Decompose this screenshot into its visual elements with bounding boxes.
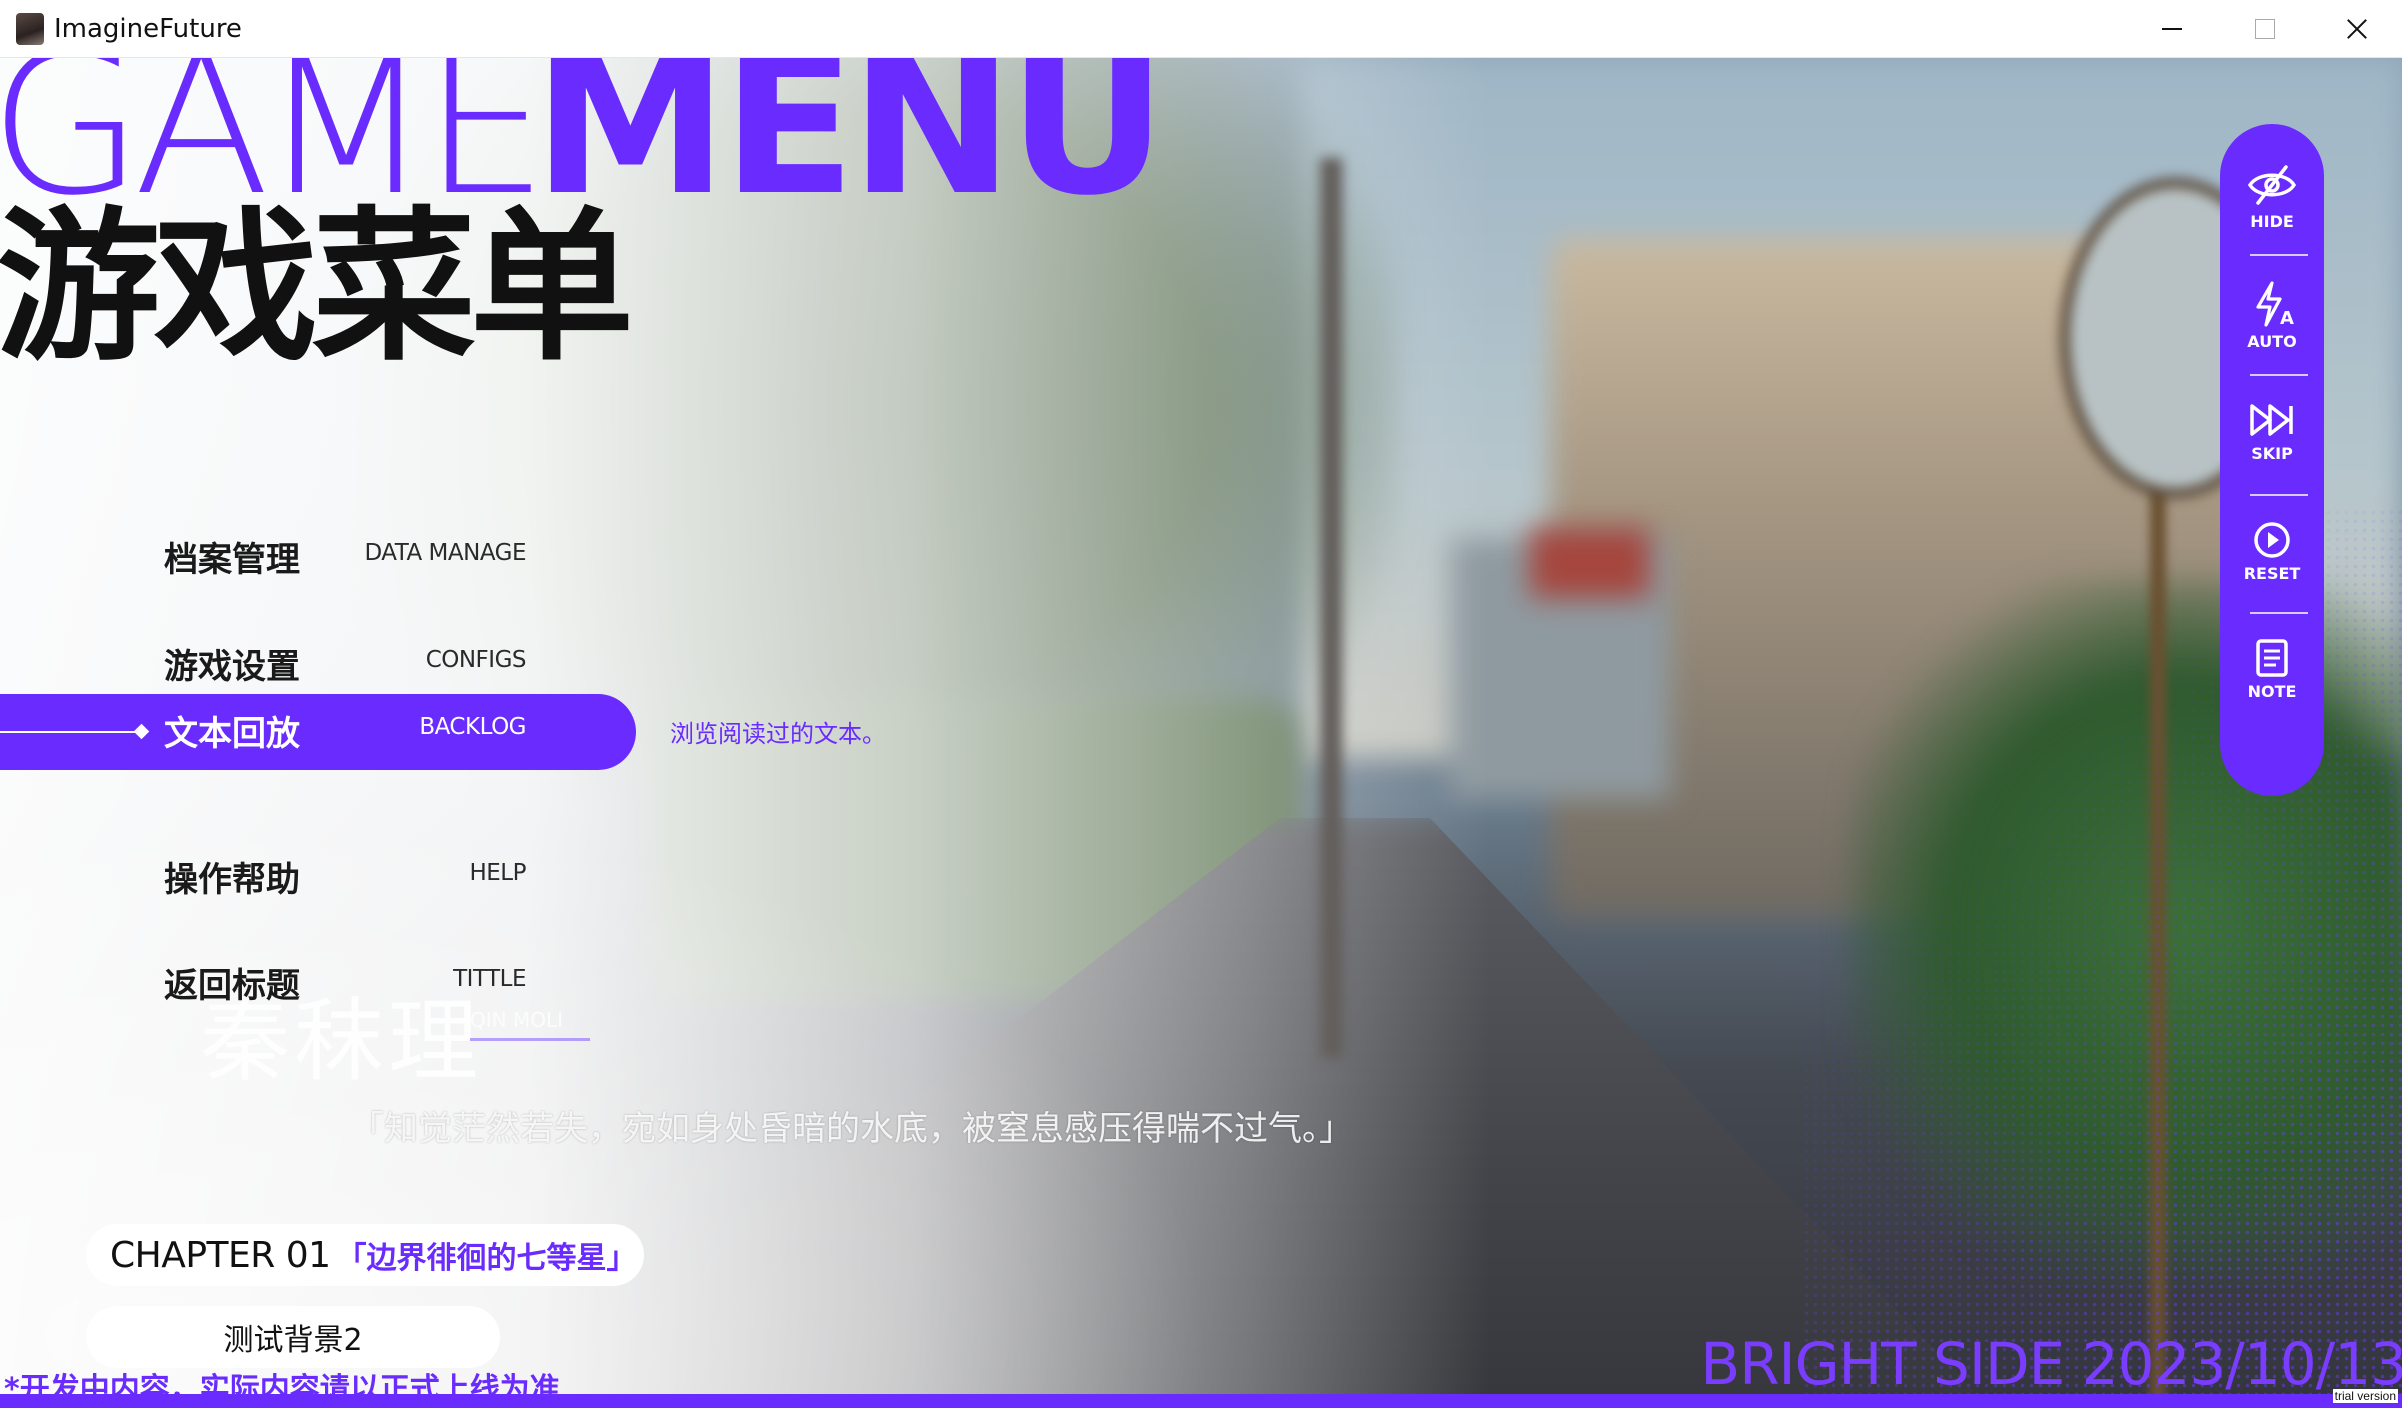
lightning-auto-icon: A xyxy=(2256,281,2294,328)
chapter-pill: CHAPTER 01 「边界徘徊的七等星」 xyxy=(86,1224,644,1286)
skip-label: SKIP xyxy=(2251,444,2293,463)
menu-item-configs[interactable]: 游戏设置 CONFIGS xyxy=(0,627,640,701)
window-titlebar: ImagineFuture xyxy=(0,0,2402,58)
quick-menu-divider xyxy=(2250,612,2308,614)
note-button[interactable]: NOTE xyxy=(2220,624,2324,724)
svg-text:A: A xyxy=(2280,308,2294,328)
scene-name: 测试背景2 xyxy=(223,1323,363,1358)
skip-button[interactable]: SKIP xyxy=(2220,386,2324,486)
game-menu-subtitle: 游戏菜单 xyxy=(0,192,634,383)
menu-item-label-en: CONFIGS xyxy=(425,647,527,673)
game-viewport: 秦秣理 QIN MOLI 「知觉茫然若失，宛如身处昏暗的水底，被窒息感压得喘不过… xyxy=(0,58,2402,1408)
bottom-accent-bar xyxy=(0,1394,2402,1408)
quick-menu-divider xyxy=(2250,374,2308,376)
play-circle-icon xyxy=(2254,522,2290,558)
reset-button[interactable]: RESET xyxy=(2220,506,2324,606)
note-label: NOTE xyxy=(2247,682,2297,701)
trial-version-label: trial version xyxy=(2332,1389,2398,1403)
title-game: GAME xyxy=(0,58,549,239)
menu-item-label: 返回标题 xyxy=(164,966,300,1006)
menu-item-label: 操作帮助 xyxy=(164,860,300,900)
menu-item-label: 档案管理 xyxy=(164,540,300,580)
window-title: ImagineFuture xyxy=(54,13,242,44)
menu-item-label: 游戏设置 xyxy=(164,647,300,687)
chapter-number: CHAPTER 01 xyxy=(110,1234,331,1276)
hide-label: HIDE xyxy=(2250,212,2294,231)
dialogue-text: 「知觉茫然若失，宛如身处昏暗的水底，被窒息感压得喘不过气。」 xyxy=(350,1109,1353,1149)
note-icon xyxy=(2256,639,2288,677)
active-indicator-diamond xyxy=(133,723,150,740)
menu-item-help[interactable]: 操作帮助 HELP xyxy=(0,840,640,914)
reset-label: RESET xyxy=(2243,564,2301,583)
maximize-icon[interactable] xyxy=(2218,0,2310,58)
fast-forward-icon xyxy=(2250,404,2293,436)
menu-item-label-en: BACKLOG xyxy=(419,714,526,740)
close-icon[interactable] xyxy=(2310,0,2402,58)
menu-item-label-en: TITTLE xyxy=(453,966,526,992)
menu-item-label-en: DATA MANAGE xyxy=(364,540,526,566)
active-indicator-line xyxy=(0,731,140,733)
hide-button[interactable]: HIDE xyxy=(2220,148,2324,248)
chapter-name: 「边界徘徊的七等星」 xyxy=(336,1241,637,1276)
auto-button[interactable]: A AUTO xyxy=(2220,266,2324,366)
quick-menu: HIDE A AUTO SKIP RESET NOTE xyxy=(2220,124,2324,796)
speaker-underline xyxy=(470,1038,590,1041)
menu-item-label-en: HELP xyxy=(469,860,526,886)
minimize-icon[interactable] xyxy=(2126,0,2218,58)
scene-pill: 测试背景2 xyxy=(86,1306,500,1368)
auto-label: AUTO xyxy=(2247,332,2297,351)
menu-item-hint: 浏览阅读过的文本。 xyxy=(670,720,886,748)
menu-item-title[interactable]: 返回标题 TITTLE xyxy=(0,946,640,1020)
eye-off-icon xyxy=(2247,165,2297,205)
quick-menu-divider xyxy=(2250,254,2308,256)
menu-item-backlog[interactable]: 文本回放 BACKLOG xyxy=(0,694,636,770)
app-icon xyxy=(16,12,44,45)
window-controls xyxy=(2126,0,2402,58)
menu-item-data-manage[interactable]: 档案管理 DATA MANAGE xyxy=(0,520,640,594)
menu-item-label: 文本回放 xyxy=(164,714,300,754)
quick-menu-divider xyxy=(2250,494,2308,496)
brand-text: BRIGHT SIDE 2023/10/13 xyxy=(1700,1330,2402,1398)
game-menu-title: GAMEMENU xyxy=(0,58,1167,239)
